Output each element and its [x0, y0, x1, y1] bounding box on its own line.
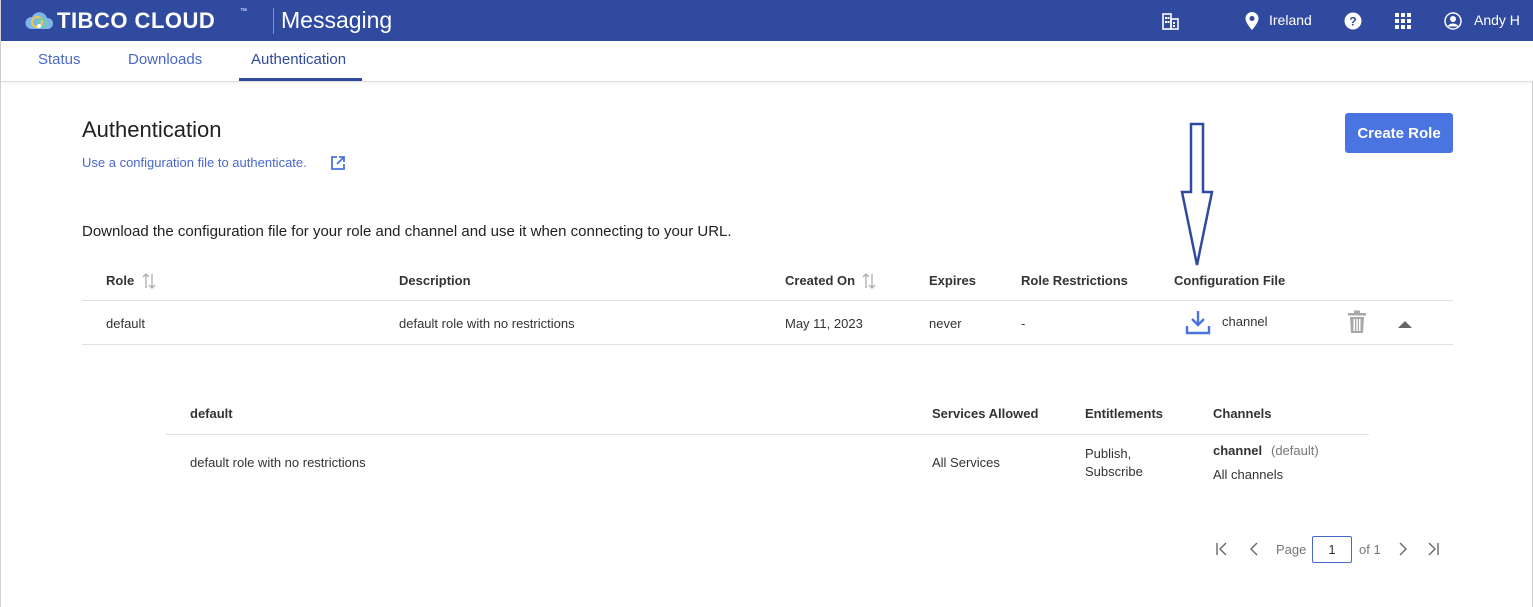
collapse-caret-up-icon[interactable] [1396, 318, 1414, 330]
details-channel-scope: All channels [1213, 467, 1284, 482]
details-header-role: default [190, 406, 233, 421]
details-services: All Services [932, 455, 1000, 470]
tab-bar: Status Downloads Authentication [1, 41, 1533, 82]
next-page-icon[interactable] [1395, 540, 1411, 558]
tibco-logo-icon [25, 12, 54, 29]
config-file-link[interactable]: Use a configuration file to authenticate… [82, 155, 307, 170]
sort-icon[interactable] [862, 272, 876, 290]
config-file-channel-link[interactable]: channel [1222, 314, 1268, 329]
details-header-services-allowed: Services Allowed [932, 406, 1039, 421]
column-header-role[interactable]: Role [106, 273, 134, 288]
first-page-icon[interactable] [1214, 540, 1230, 558]
details-header-entitlements: Entitlements [1085, 406, 1164, 421]
header-divider-line [82, 300, 1453, 301]
details-divider-line [166, 434, 1369, 435]
top-bar: TIBCO CLOUD ™ Messaging Ireland ? Andy H [1, 0, 1533, 41]
organization-building-icon[interactable] [1161, 11, 1181, 31]
download-icon[interactable] [1184, 308, 1212, 336]
details-description: default role with no restrictions [190, 455, 366, 470]
app-window: TIBCO CLOUD ™ Messaging Ireland ? Andy H… [0, 0, 1533, 607]
user-name[interactable]: Andy H [1474, 12, 1520, 28]
row-divider-line [82, 344, 1453, 345]
header-divider [273, 8, 274, 34]
details-entitlements-subscribe: Subscribe [1085, 464, 1143, 479]
column-header-created-on[interactable]: Created On [785, 273, 855, 288]
details-channel-name: channel [1213, 443, 1263, 458]
active-tab-indicator [239, 78, 362, 81]
brand-name: TIBCO CLOUD [57, 8, 216, 33]
external-link-icon[interactable] [330, 155, 346, 171]
sort-icon[interactable] [142, 272, 156, 290]
svg-text:?: ? [1349, 15, 1356, 29]
details-header-channels: Channels [1213, 406, 1272, 421]
previous-page-icon[interactable] [1246, 540, 1262, 558]
trash-icon[interactable] [1347, 310, 1367, 334]
role-cell: default [106, 316, 146, 331]
tab-authentication[interactable]: Authentication [251, 51, 346, 68]
product-name: Messaging [281, 7, 393, 33]
column-header-description: Description [399, 273, 471, 288]
page-total-label: of 1 [1359, 542, 1381, 557]
column-header-expires: Expires [929, 273, 976, 288]
help-icon[interactable]: ? [1344, 11, 1362, 31]
column-header-configuration-file: Configuration File [1174, 273, 1286, 288]
intro-text: Download the configuration file for your… [82, 223, 732, 240]
region-label[interactable]: Ireland [1269, 12, 1312, 28]
column-header-role-restrictions: Role Restrictions [1021, 273, 1128, 288]
details-channel-default-tag: (default) [1271, 443, 1319, 458]
tab-downloads[interactable]: Downloads [128, 51, 202, 68]
app-grid-icon[interactable] [1395, 11, 1411, 31]
page-label: Page [1276, 542, 1307, 557]
created-on-cell: May 11, 2023 [785, 316, 863, 331]
tab-status[interactable]: Status [38, 51, 81, 68]
location-pin-icon[interactable] [1243, 11, 1261, 31]
last-page-icon[interactable] [1425, 540, 1441, 558]
page-number-input[interactable] [1312, 536, 1352, 563]
user-avatar-icon[interactable] [1444, 11, 1462, 31]
restrictions-cell: - [1021, 316, 1026, 331]
brand-trademark: ™ [240, 8, 247, 15]
description-cell: default role with no restrictions [399, 316, 575, 331]
details-entitlements-publish: Publish, [1085, 446, 1132, 461]
annotation-down-arrow-icon [1180, 122, 1214, 266]
page-title: Authentication [82, 117, 222, 142]
expires-cell: never [929, 316, 962, 331]
create-role-button[interactable]: Create Role [1345, 113, 1453, 153]
